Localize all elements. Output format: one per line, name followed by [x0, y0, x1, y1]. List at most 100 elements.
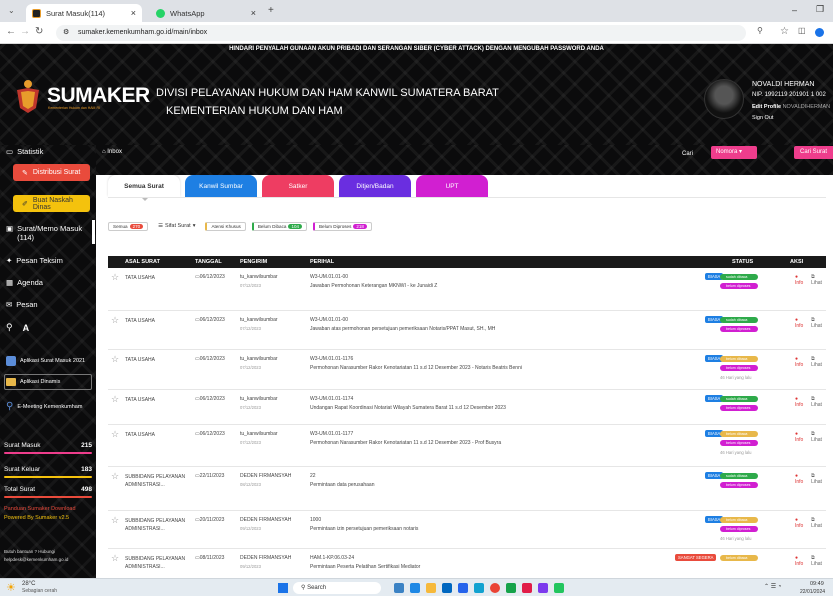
table-row[interactable]: ☆ SUBBIDANG PELAYANAN ADMINISTRASI... ▭20/… — [108, 511, 826, 549]
taskbar-app-icon[interactable] — [554, 583, 564, 593]
star-icon[interactable]: ☆ — [111, 471, 119, 482]
taskbar-app-icon[interactable] — [538, 583, 548, 593]
star-icon[interactable]: ☆ — [111, 315, 119, 326]
extension-icon[interactable]: ⚲ — [757, 26, 763, 35]
search-type-select[interactable]: Nomora ▾ — [711, 146, 757, 159]
lihat-button[interactable]: ⧉ Lihat — [811, 473, 826, 485]
info-button[interactable]: ● Info — [795, 396, 807, 408]
weather-icon[interactable]: ☀ — [6, 581, 16, 594]
taskbar-app-icon[interactable] — [410, 583, 420, 593]
reload-icon[interactable]: ↻ — [35, 26, 43, 37]
search-input[interactable]: Cari Surat⚲ — [794, 146, 833, 159]
taskbar-app-icon[interactable] — [474, 583, 484, 593]
taskbar-app-icon[interactable] — [442, 583, 452, 593]
tray-icons[interactable]: ⌃ ☰ ◔ — [764, 583, 781, 590]
sidebar-item-statistik[interactable]: ▭ Statistik — [6, 147, 43, 156]
sidebar-toggle-icon[interactable]: ◫ — [798, 26, 806, 35]
sign-out-link[interactable]: Sign Out — [752, 115, 773, 121]
info-button[interactable]: ● Info — [795, 517, 807, 529]
sidebar-item-agenda[interactable]: ▦ Agenda — [6, 278, 43, 287]
tab-semua-surat[interactable]: Semua Surat — [108, 175, 180, 197]
taskbar-app-icon[interactable] — [458, 583, 468, 593]
tab-kanwil-sumbar[interactable]: Kanwil Sumbar — [185, 175, 257, 197]
lihat-button[interactable]: ⧉ Lihat — [811, 317, 826, 329]
distribusi-surat-button[interactable]: ✎ Distribusi Surat — [13, 164, 90, 181]
filter-belum-dibaca[interactable]: Belum Dibaca 104 — [251, 221, 307, 231]
lihat-button[interactable]: ⧉ Lihat — [811, 555, 826, 567]
taskbar-app-icon[interactable] — [522, 583, 532, 593]
browser-tab-whatsapp[interactable]: WhatsApp × — [150, 4, 262, 22]
table-row[interactable]: ☆ TATA USAHA ▭06/12/2023 tu_kanwilsumbar 07/… — [108, 390, 826, 425]
tab-upt[interactable]: UPT — [416, 175, 488, 197]
taskbar-app-icon[interactable] — [490, 583, 500, 593]
star-icon[interactable]: ☆ — [780, 26, 789, 37]
tab-satker[interactable]: Satker — [262, 175, 334, 197]
tab-close-icon[interactable]: × — [251, 8, 256, 18]
home-icon[interactable]: ⌂ — [102, 149, 106, 155]
taskbar-search[interactable]: ⚲ Search — [293, 582, 381, 594]
sidebar-app-dinamis[interactable]: Aplikasi Dinamis — [6, 378, 60, 386]
avatar[interactable] — [704, 79, 744, 119]
table-row[interactable]: ☆ SUBBIDANG PELAYANAN ADMINISTRASI... ▭08/… — [108, 549, 826, 578]
star-icon[interactable]: ☆ — [111, 394, 119, 405]
cell-perihal[interactable]: Permohonan Narasumber Rakor Kenotariatan… — [310, 365, 522, 371]
info-button[interactable]: ● Info — [795, 356, 807, 368]
sidebar-item-surat-masuk[interactable]: ▣ Surat/Memo Masuk (114) — [6, 224, 92, 242]
cell-perihal[interactable]: Permintaan Peserta Pelatihan Sertifikasi… — [310, 564, 420, 570]
font-icon[interactable]: A — [23, 323, 30, 333]
table-row[interactable]: ☆ TATA USAHA ▭06/12/2023 tu_kanwilsumbar 07/… — [108, 311, 826, 350]
buat-naskah-button[interactable]: ✐ Buat Naskah Dinas — [13, 195, 90, 212]
filter-semua[interactable]: Semua 270 — [108, 221, 149, 231]
taskbar-app-icon[interactable] — [426, 583, 436, 593]
info-button[interactable]: ● Info — [795, 473, 807, 485]
lihat-button[interactable]: ⧉ Lihat — [811, 396, 826, 408]
url-input[interactable]: ⚙ sumaker.kemenkumham.go.id/main/inbox — [56, 25, 746, 41]
lihat-button[interactable]: ⧉ Lihat — [811, 431, 826, 443]
table-row[interactable]: ☆ TATA USAHA ▭06/12/2023 tu_kanwilsumbar 07/… — [108, 350, 826, 390]
tab-close-icon[interactable]: × — [131, 8, 136, 18]
filter-atensi-khusus[interactable]: Atensi Khusus — [205, 221, 246, 231]
site-info-icon[interactable]: ⚙ — [63, 25, 69, 41]
cell-perihal[interactable]: Undangan Rapat Koordinasi Notariat Wilay… — [310, 405, 506, 411]
info-button[interactable]: ● Info — [795, 274, 807, 286]
table-row[interactable]: ☆ SUBBIDANG PELAYANAN ADMINISTRASI... ▭22/… — [108, 467, 826, 511]
star-icon[interactable]: ☆ — [111, 515, 119, 526]
back-icon[interactable]: ← — [6, 26, 16, 37]
star-icon[interactable]: ☆ — [111, 429, 119, 440]
table-row[interactable]: ☆ TATA USAHA ▭06/12/2023 tu_kanwilsumbar 07/… — [108, 425, 826, 467]
cell-perihal[interactable]: Jawaban atas permohonan persetujuan peme… — [310, 326, 495, 332]
tab-list-icon[interactable]: ⌄ — [8, 6, 15, 15]
star-icon[interactable]: ☆ — [111, 354, 119, 365]
info-button[interactable]: ● Info — [795, 555, 807, 567]
sidebar-app-surat-masuk-2021[interactable]: Aplikasi Surat Masuk 2021 — [6, 356, 85, 366]
taskbar-app-icon[interactable] — [394, 583, 404, 593]
help-email[interactable]: helpdesk@kemenkumham.go.id — [4, 557, 68, 562]
info-button[interactable]: ● Info — [795, 317, 807, 329]
restore-icon[interactable]: ❐ — [816, 4, 824, 15]
cell-perihal[interactable]: Permintaan data perusahaan — [310, 482, 375, 488]
windows-icon[interactable] — [278, 583, 288, 593]
lihat-button[interactable]: ⧉ Lihat — [811, 517, 826, 529]
filter-sifat-surat[interactable]: ☰ Sifat Surat ▾ — [154, 222, 199, 230]
lihat-button[interactable]: ⧉ Lihat — [811, 274, 826, 286]
search-icon[interactable]: ⚲ — [6, 322, 13, 333]
panduan-link[interactable]: Panduan Sumaker Download — [4, 506, 76, 512]
minimize-icon[interactable]: – — [792, 5, 797, 15]
sidebar-item-pesan-teksim[interactable]: ✦ Pesan Teksim — [6, 256, 63, 265]
filter-belum-diproses[interactable]: Belum Diproses 218 — [312, 221, 372, 231]
star-icon[interactable]: ☆ — [111, 553, 119, 564]
sidebar-item-pesan[interactable]: ✉ Pesan — [6, 300, 38, 309]
cell-perihal[interactable]: Permintaan izin persetujuan pemeriksaan … — [310, 526, 418, 532]
edit-profile-link[interactable]: Edit Profile NOVALDIHERMAN — [752, 104, 830, 110]
lihat-button[interactable]: ⧉ Lihat — [811, 356, 826, 368]
star-icon[interactable]: ☆ — [111, 272, 119, 283]
table-row[interactable]: ☆ TATA USAHA ▭06/12/2023 tu_kanwilsumbar 07/… — [108, 268, 826, 311]
new-tab-button[interactable]: + — [268, 5, 274, 16]
tab-ditjen-badan[interactable]: Ditjen/Badan — [339, 175, 411, 197]
profile-icon[interactable] — [815, 28, 824, 37]
sidebar-app-emeeting[interactable]: ⚲ E-Meeting Kemenkumham — [6, 401, 82, 412]
forward-icon[interactable]: → — [20, 26, 30, 37]
info-button[interactable]: ● Info — [795, 431, 807, 443]
cell-perihal[interactable]: Permohonan Narasumber Rakor Kenotariatan… — [310, 440, 501, 446]
cell-perihal[interactable]: Jawaban Permohonan Keterangan MKNWI - ke… — [310, 283, 437, 289]
